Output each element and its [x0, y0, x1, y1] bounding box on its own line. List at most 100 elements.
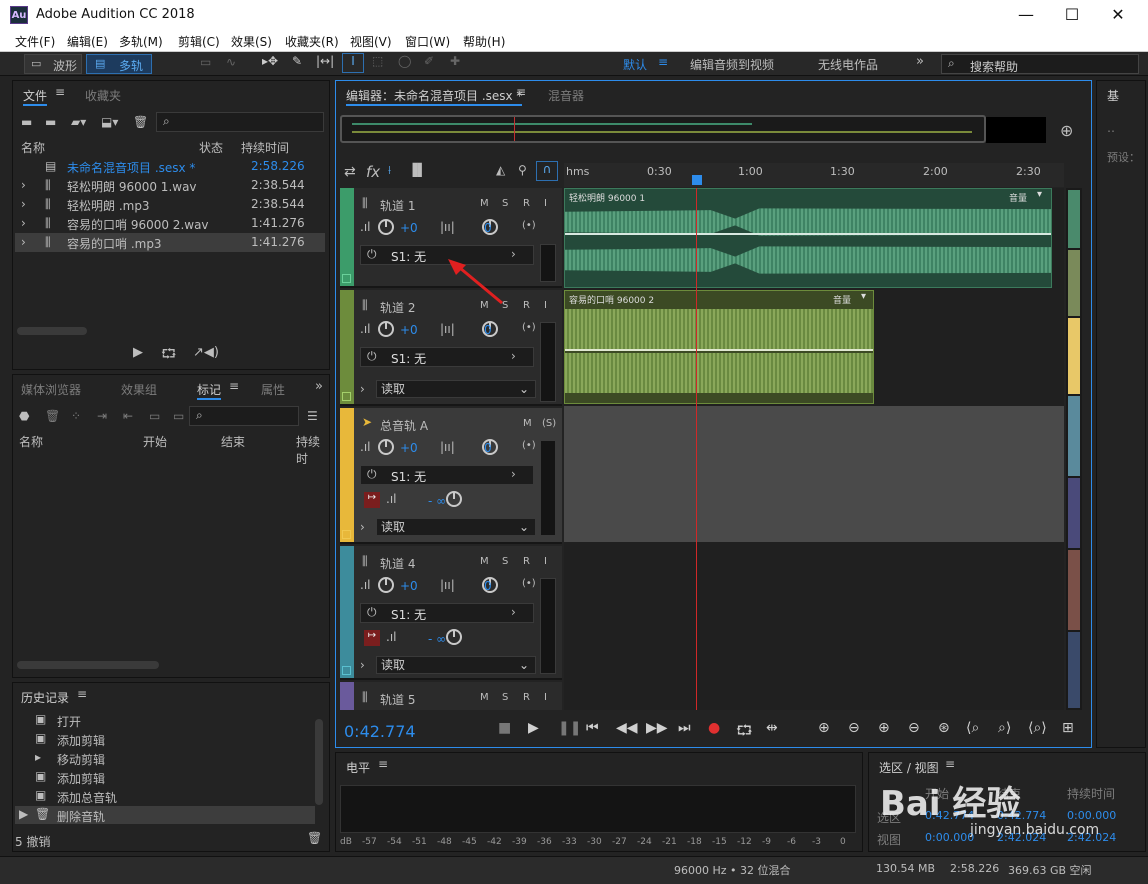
volume-value[interactable]: +0 — [400, 221, 418, 235]
new-file-icon[interactable]: ▰▾ — [71, 115, 86, 129]
audio-clip[interactable]: 轻松明朗 96000 1 音量 ▾ — [564, 188, 1052, 288]
clear-history-icon[interactable]: 🗑 — [307, 831, 322, 845]
send-icon[interactable]: ↦ — [364, 492, 380, 508]
history-item[interactable]: ▣ 打开 — [15, 711, 315, 729]
marquee-tool-icon[interactable]: ⬚ — [372, 54, 383, 68]
volume-envelope[interactable] — [565, 349, 873, 351]
zoom-icon[interactable]: ⊕ — [1060, 121, 1073, 140]
expand-icon[interactable]: › — [360, 658, 365, 672]
menu-favorites[interactable]: 收藏夹(R) — [285, 33, 339, 50]
export-marker-icon[interactable]: ⇤ — [123, 409, 133, 423]
workspace-default[interactable]: 默认 — [623, 56, 647, 73]
fx-icon[interactable]: fx — [366, 163, 380, 181]
playlist-icon[interactable]: ▭ — [149, 409, 160, 423]
track-select-box[interactable] — [342, 666, 351, 675]
skip-selection-icon[interactable]: ⇹ — [766, 720, 778, 736]
brush-tool-icon[interactable]: ✐ — [424, 54, 434, 68]
pause-icon[interactable]: ❚❚ — [558, 720, 581, 736]
horizontal-scrollbar[interactable] — [17, 661, 159, 669]
expand-icon[interactable]: › — [360, 382, 365, 396]
go-to-start-icon[interactable]: ⏮ — [586, 720, 599, 736]
eq-icon[interactable]: ▐▌ — [408, 163, 426, 177]
automation-mode-select[interactable]: 读取 ⌄ — [376, 518, 536, 536]
track-select-box[interactable] — [342, 274, 351, 283]
file-row[interactable]: › ⫼ 轻松明朗 .mp3 2:38.544 — [15, 195, 325, 214]
menu-help[interactable]: 帮助(H) — [463, 33, 505, 50]
record-arm-icon[interactable]: ⚲ — [518, 163, 527, 177]
tab-editor[interactable]: 编辑器：未命名混音项目 .sesx * — [346, 87, 523, 106]
marker-search-input[interactable]: ⌕ — [189, 406, 299, 426]
effect-slot[interactable]: ⏻ S1: 无 › — [360, 347, 534, 367]
more-tabs-icon[interactable]: » — [315, 379, 323, 394]
panel-menu-icon[interactable]: ≡ — [516, 85, 526, 99]
power-icon[interactable]: ⏻ — [367, 247, 377, 262]
vertical-scroll-navigator[interactable] — [1066, 188, 1082, 710]
track-select-box[interactable] — [342, 530, 351, 539]
expand-icon[interactable]: › — [21, 178, 26, 192]
waveform-view-button[interactable]: ▭ 波形 — [24, 54, 82, 74]
workspace-radio[interactable]: 无线电作品 — [818, 56, 878, 73]
zoom-out-time-icon[interactable]: ⊖ — [908, 720, 920, 736]
minimize-button[interactable]: — — [1006, 4, 1046, 26]
multitrack-view-button[interactable]: ▤ 多轨 — [86, 54, 152, 74]
menu-multitrack[interactable]: 多轨(M) — [119, 33, 163, 50]
marker-icon[interactable]: ⬣ — [19, 409, 29, 423]
time-ruler[interactable]: hms 0:30 1:00 1:30 2:00 2:30 — [564, 163, 1064, 187]
play-icon[interactable]: ▶ — [528, 720, 539, 736]
pan-value[interactable]: 0 — [484, 221, 492, 235]
menu-clip[interactable]: 剪辑(C) — [178, 33, 220, 50]
workspace-video[interactable]: 编辑音频到视频 — [690, 56, 774, 73]
col-duration[interactable]: 持续时间 — [241, 139, 289, 156]
expand-icon[interactable]: › — [21, 235, 26, 249]
panel-menu-icon[interactable]: ≡ — [55, 85, 65, 99]
track-header[interactable]: ⫼ 轨道 5 M S R I — [340, 682, 562, 710]
power-icon[interactable]: ⏻ — [367, 467, 377, 482]
expand-icon[interactable]: › — [21, 197, 26, 211]
spectral-icon[interactable]: ▭ — [200, 55, 211, 69]
zoom-selection-icon[interactable]: ⟨⌕⟩ — [1028, 720, 1047, 736]
slip-tool-icon[interactable]: |↔| — [316, 54, 334, 68]
playhead-line[interactable] — [696, 188, 697, 710]
menu-icon[interactable]: ‥ — [1107, 121, 1115, 135]
track-name[interactable]: 轨道 2 — [380, 299, 415, 316]
mute-button[interactable]: M — [480, 556, 489, 567]
tab-files[interactable]: 文件 — [23, 87, 48, 106]
volume-knob[interactable] — [378, 219, 394, 235]
file-row[interactable]: ▤ 未命名混音项目 .sesx * 2:58.226 — [15, 157, 325, 176]
send-knob[interactable] — [445, 629, 462, 645]
record-button[interactable]: R — [523, 198, 530, 209]
loop-icon[interactable]: ⮔ — [736, 720, 753, 744]
track-name[interactable]: 轨道 1 — [380, 197, 415, 214]
zoom-tracks-icon[interactable]: ⊞ — [1062, 720, 1074, 736]
track-select-box[interactable] — [342, 392, 351, 401]
history-item[interactable]: ▶ 🗑 删除音轨 — [15, 806, 315, 824]
io-icon[interactable]: ⟊ — [388, 163, 391, 178]
pitch-icon[interactable]: ∿ — [226, 55, 236, 69]
open-folder-icon[interactable]: ▬ — [21, 115, 32, 129]
list-options-icon[interactable]: ☰ — [307, 409, 318, 423]
healing-tool-icon[interactable]: ✚ — [450, 54, 460, 68]
zoom-in-amplitude-icon[interactable]: ⊕ — [818, 720, 830, 736]
volume-value[interactable]: +0 — [400, 579, 418, 593]
panel-menu-icon[interactable]: ≡ — [945, 757, 955, 771]
volume-knob[interactable] — [378, 577, 394, 593]
stereo-icon[interactable]: (•) — [522, 440, 536, 451]
stereo-icon[interactable]: (•) — [522, 220, 536, 231]
col-status[interactable]: 状态 — [199, 139, 223, 156]
track-header[interactable]: ⫼ 轨道 4 M S R I .ıl +0 |ıı| 0 (•) ⏻ S1: 无… — [340, 546, 562, 680]
delete-icon[interactable]: 🗑 — [133, 115, 148, 129]
more-workspaces-icon[interactable]: » — [916, 54, 924, 69]
track-name[interactable]: 轨道 5 — [380, 691, 415, 708]
panel-menu-icon[interactable]: ≡ — [77, 687, 87, 701]
history-item[interactable]: ▣ 添加剪辑 — [15, 768, 315, 786]
mute-button[interactable]: M — [480, 198, 489, 209]
fast-forward-icon[interactable]: ▶▶ — [646, 720, 668, 736]
menu-effects[interactable]: 效果(S) — [231, 33, 272, 50]
solo-button[interactable]: (S) — [542, 418, 556, 429]
playhead-handle[interactable] — [692, 175, 702, 185]
timeline-area[interactable]: 轻松明朗 96000 1 音量 ▾ 容易的口哨 96000 2 音量 ▾ — [564, 188, 1064, 710]
effect-slot[interactable]: ⏻ S1: 无 › — [360, 465, 534, 485]
view-duration[interactable]: 2:42.024 — [1067, 831, 1116, 844]
chevron-down-icon[interactable]: ▾ — [861, 291, 866, 302]
horizontal-scrollbar[interactable] — [17, 327, 87, 335]
